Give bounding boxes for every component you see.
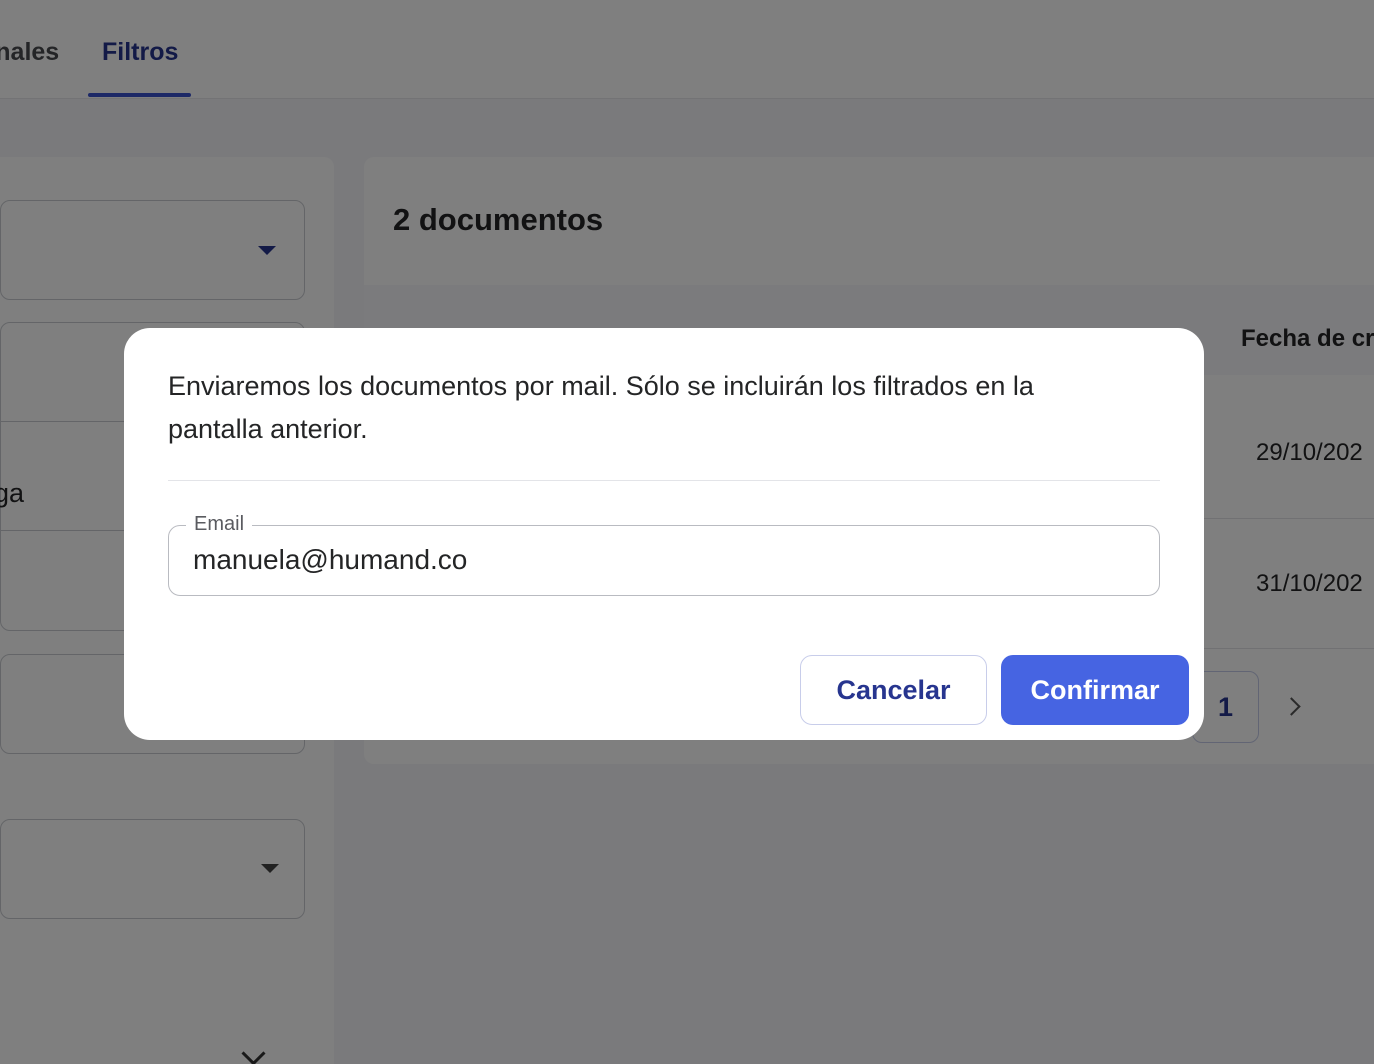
confirm-button[interactable]: Confirmar [1001,655,1189,725]
dialog-message: Enviaremos los documentos por mail. Sólo… [168,371,1034,444]
email-field-label: Email [186,512,253,536]
email-input[interactable] [193,542,1133,578]
divider [168,480,1160,481]
cancel-button[interactable]: Cancelar [800,655,987,725]
email-field: Email [168,512,1160,596]
send-email-dialog: Enviaremos los documentos por mail. Sólo… [124,328,1204,740]
